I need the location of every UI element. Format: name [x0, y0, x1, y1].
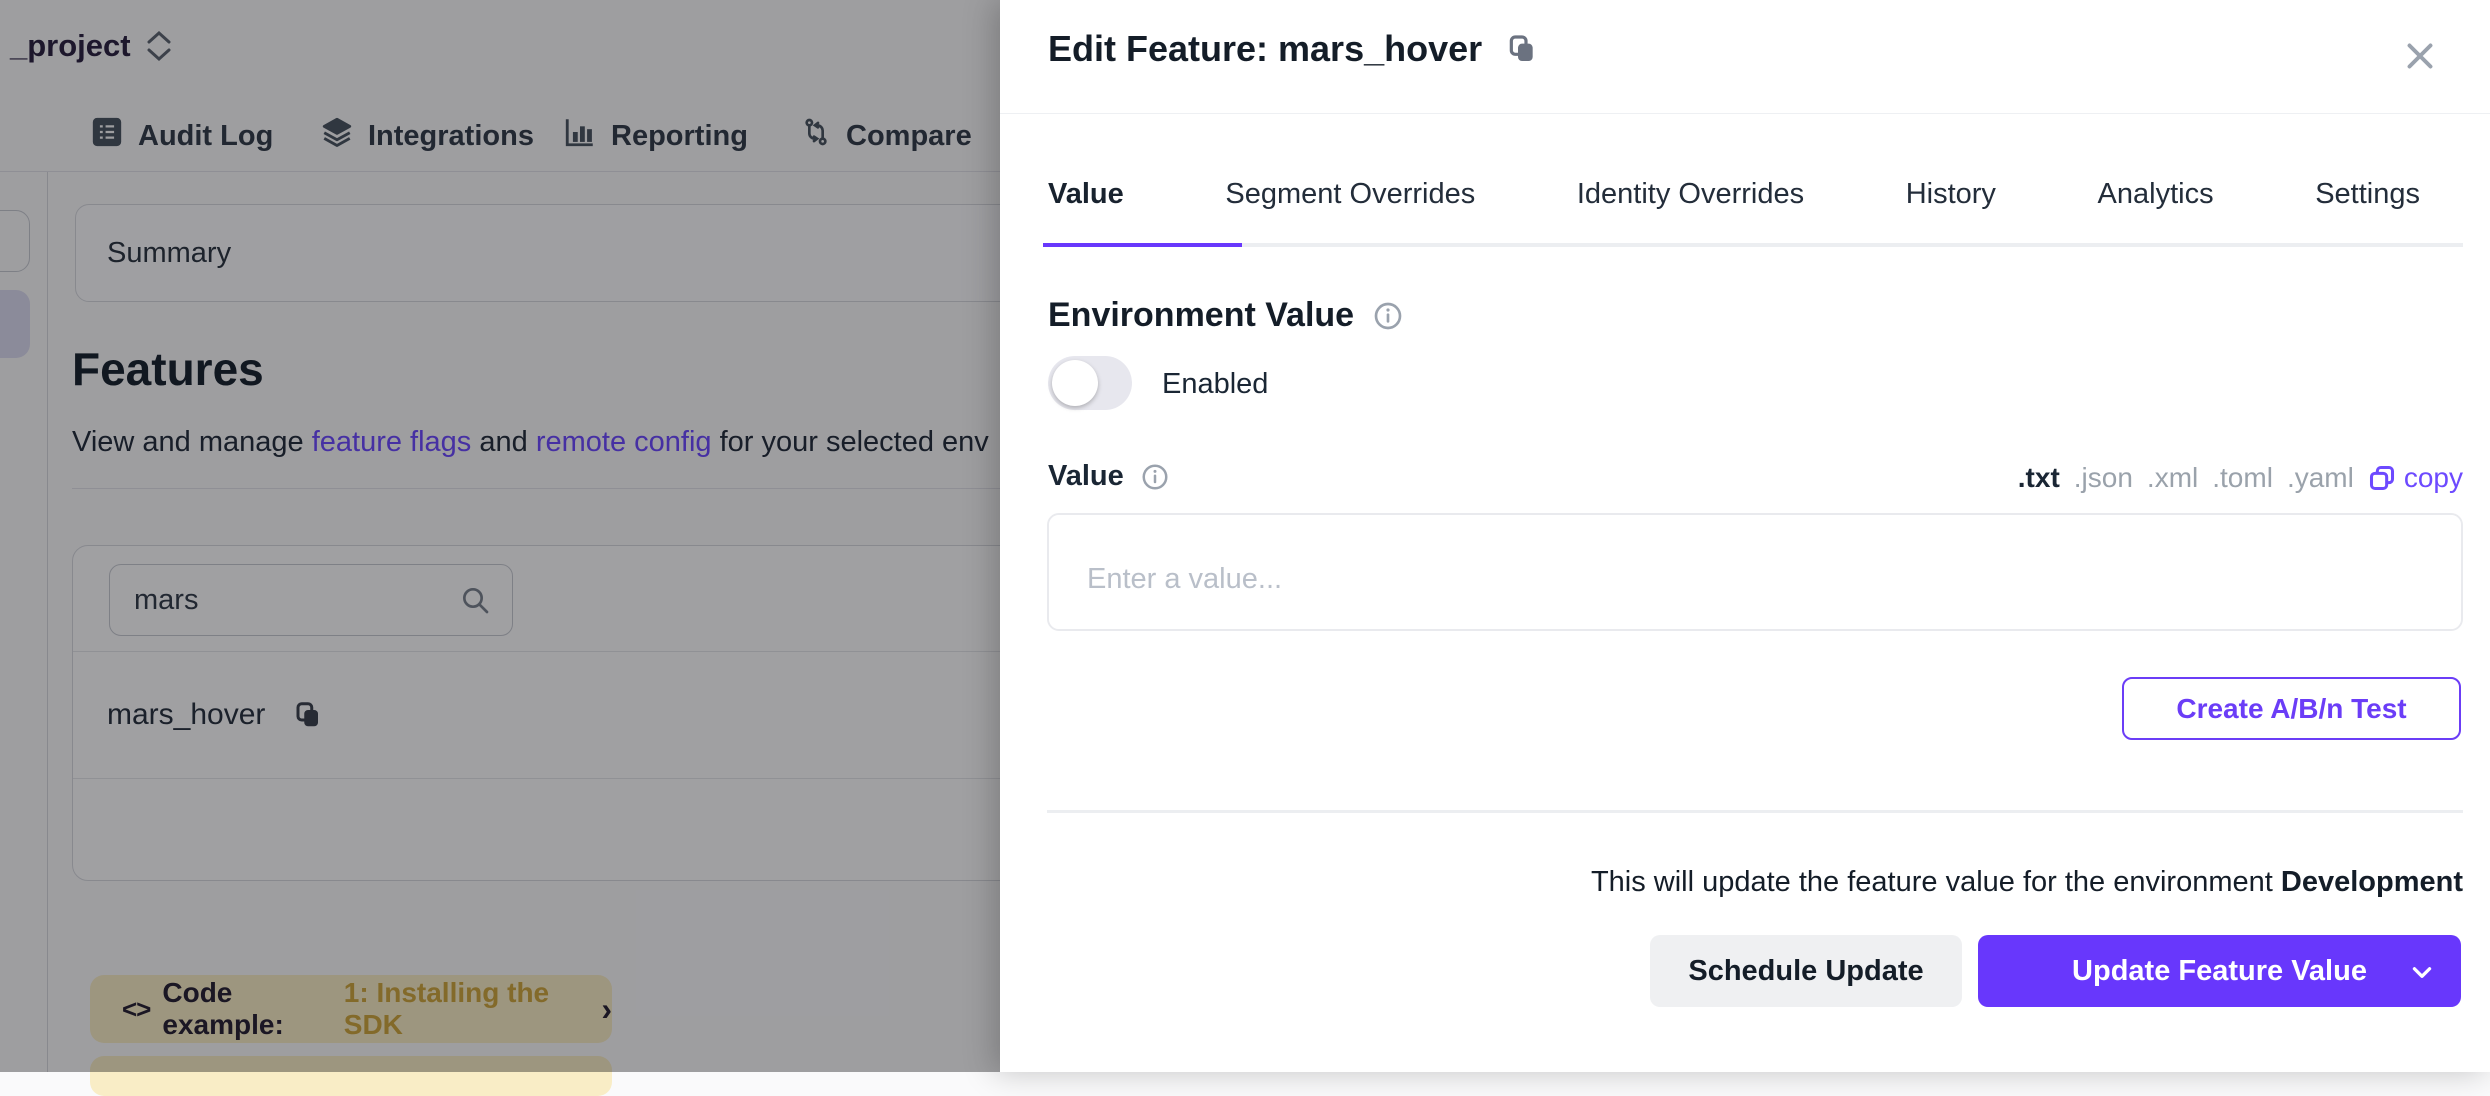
- format-xml[interactable]: .xml: [2147, 462, 2198, 494]
- copy-label: copy: [2404, 462, 2463, 494]
- format-txt[interactable]: .txt: [2018, 462, 2060, 494]
- info-icon[interactable]: [1140, 462, 1170, 492]
- environment-value-heading: Environment Value: [1048, 296, 1354, 335]
- enabled-toggle[interactable]: [1048, 356, 1132, 410]
- panel-tabs: Value Segment Overrides Identity Overrid…: [1048, 178, 2420, 241]
- tab-analytics[interactable]: Analytics: [2098, 178, 2214, 241]
- copy-icon: [2368, 464, 2396, 492]
- tab-settings[interactable]: Settings: [2315, 178, 2420, 241]
- update-feature-value-button[interactable]: Update Feature Value: [1978, 935, 2461, 1007]
- copy-value-button[interactable]: copy: [2368, 462, 2463, 494]
- update-notice: This will update the feature value for t…: [1591, 866, 2463, 899]
- environment-name: Development: [2281, 866, 2463, 898]
- tabs-underline: [1043, 243, 2463, 247]
- tab-identity-overrides[interactable]: Identity Overrides: [1577, 178, 1804, 241]
- tab-segment-overrides[interactable]: Segment Overrides: [1225, 178, 1475, 241]
- tab-value[interactable]: Value: [1048, 178, 1124, 241]
- format-toml[interactable]: .toml: [2212, 462, 2273, 494]
- schedule-update-button[interactable]: Schedule Update: [1650, 935, 1962, 1007]
- copy-feature-name-icon[interactable]: [1506, 33, 1538, 65]
- info-icon[interactable]: [1372, 300, 1404, 332]
- divider: [1047, 810, 2463, 813]
- toggle-knob: [1052, 360, 1098, 406]
- value-label: Value: [1048, 460, 1124, 493]
- panel-title: Edit Feature: mars_hover: [1048, 28, 1482, 70]
- notice-text: This will update the feature value for t…: [1591, 866, 2281, 898]
- tab-history[interactable]: History: [1906, 178, 1996, 241]
- update-button-label: Update Feature Value: [2072, 955, 2367, 988]
- chevron-down-icon[interactable]: [2409, 959, 2435, 985]
- toggle-label: Enabled: [1162, 368, 1268, 401]
- close-icon[interactable]: [2402, 38, 2438, 79]
- value-input[interactable]: [1047, 513, 2463, 631]
- create-abn-test-button[interactable]: Create A/B/n Test: [2122, 677, 2461, 740]
- format-yaml[interactable]: .yaml: [2287, 462, 2354, 494]
- active-tab-indicator: [1043, 243, 1242, 247]
- format-selector: .txt .json .xml .toml .yaml copy: [2018, 462, 2463, 494]
- format-json[interactable]: .json: [2074, 462, 2133, 494]
- divider: [1000, 113, 2490, 114]
- edit-feature-panel: Edit Feature: mars_hover Value Segment O…: [1000, 0, 2490, 1072]
